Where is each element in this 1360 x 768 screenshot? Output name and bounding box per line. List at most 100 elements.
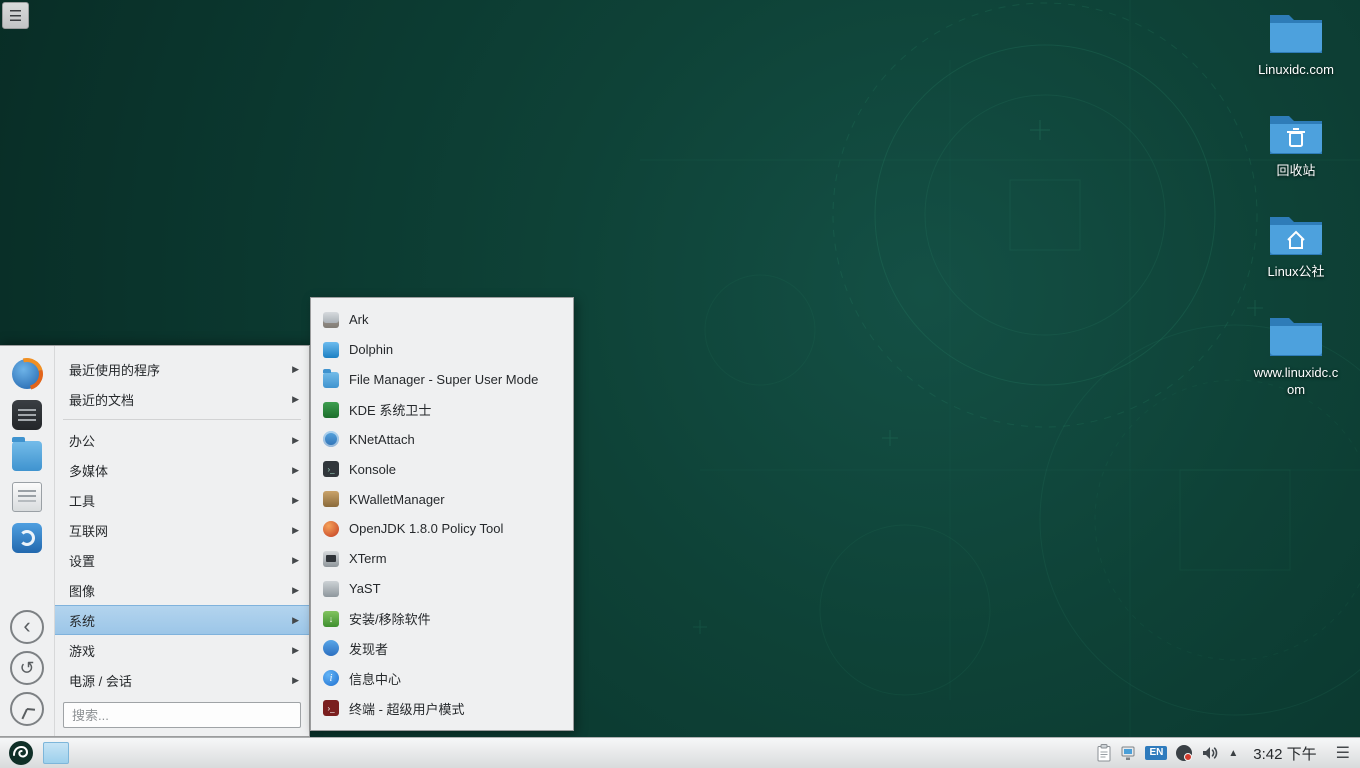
system-tray: EN 3:42 下午 [1097,743,1354,764]
submenu-arrow-icon [292,525,299,536]
menu-item-yast[interactable]: YaST [311,574,573,604]
dolphin-icon [323,342,339,358]
menu-item-discover[interactable]: 发现者 [311,633,573,663]
leave-button[interactable] [10,692,44,726]
category-settings[interactable]: 设置 [55,545,309,575]
category-list-spacer [55,695,309,696]
launcher-button[interactable] [7,739,35,767]
menu-item-dolphin[interactable]: Dolphin [311,335,573,365]
menu-item-xterm[interactable]: XTerm [311,544,573,574]
menu-item-label: KNetAttach [349,432,415,447]
favorite-software-update[interactable] [11,522,43,554]
category-multimedia[interactable]: 多媒体 [55,455,309,485]
favorite-text-editor[interactable] [11,481,43,513]
category-office[interactable]: 办公 [55,425,309,455]
category-graphics[interactable]: 图像 [55,575,309,605]
category-power-session[interactable]: 电源 / 会话 [55,665,309,695]
desktop-toolbox-button[interactable] [2,2,29,29]
media-app-icon [12,400,42,430]
desktop-icon-home[interactable]: Linux公社 [1250,212,1342,281]
launcher-sidebar [0,346,55,736]
back-button[interactable] [10,610,44,644]
menu-item-kwalletmanager[interactable]: KWalletManager [311,484,573,514]
device-notifier-icon[interactable] [1120,745,1136,762]
clock-icon [27,708,35,711]
category-label: 多媒体 [69,461,108,480]
desktop-icon-label: Linux公社 [1267,264,1324,281]
trash-icon [1268,111,1324,157]
display-settings-icon[interactable] [1176,745,1192,761]
menu-item-label: 终端 - 超级用户模式 [349,699,465,718]
desktop-icon-trash[interactable]: 回收站 [1250,111,1342,180]
category-label: 办公 [69,431,95,450]
volume-icon[interactable] [1201,745,1219,761]
submenu-arrow-icon [292,465,299,476]
category-label: 工具 [69,491,95,510]
root-terminal-icon [323,700,339,716]
taskbar-task-item[interactable] [43,742,69,764]
clipboard-icon[interactable] [1097,744,1111,762]
desktop[interactable]: Linuxidc.com 回收站 [0,0,1360,768]
category-recent-docs[interactable]: 最近的文档 [55,384,309,414]
desktop-icon-label: Linuxidc.com [1258,62,1334,79]
folder-icon [323,372,339,388]
category-internet[interactable]: 互联网 [55,515,309,545]
menu-separator [63,419,301,420]
menu-item-ark[interactable]: Ark [311,305,573,335]
terminal-icon [323,461,339,477]
menu-item-info-center[interactable]: 信息中心 [311,663,573,693]
category-games[interactable]: 游戏 [55,635,309,665]
desktop-icon-linuxidc[interactable]: Linuxidc.com [1250,10,1342,79]
launcher-category-list: 最近使用的程序 最近的文档 办公 多媒体 工具 互联网 设置 图像 系统 游戏 … [55,346,309,736]
submenu-arrow-icon [292,585,299,596]
submenu-arrow-icon [292,394,299,405]
menu-item-label: 安装/移除软件 [349,609,431,628]
menu-item-label: Konsole [349,462,396,477]
clock-icon [21,709,27,720]
menu-item-kde-guard[interactable]: KDE 系统卫士 [311,395,573,425]
shield-icon [323,402,339,418]
favorite-firefox[interactable] [11,358,43,390]
menu-item-openjdk-policy[interactable]: OpenJDK 1.8.0 Policy Tool [311,514,573,544]
restart-button[interactable] [10,651,44,685]
category-recent-apps[interactable]: 最近使用的程序 [55,354,309,384]
menu-item-install-remove-software[interactable]: 安装/移除软件 [311,604,573,634]
submenu-arrow-icon [292,555,299,566]
application-launcher-menu: 最近使用的程序 最近的文档 办公 多媒体 工具 互联网 设置 图像 系统 游戏 … [0,345,310,737]
firefox-icon [12,359,42,389]
menu-item-label: 发现者 [349,639,388,658]
tray-expand-icon[interactable] [1228,748,1238,759]
desktop-icon-label: 回收站 [1276,163,1315,180]
category-label: 最近使用的程序 [69,360,160,379]
favorite-media-app[interactable] [11,399,43,431]
network-icon [323,431,339,447]
ark-icon [323,312,339,328]
menu-item-terminal-su[interactable]: 终端 - 超级用户模式 [311,693,573,723]
search-input[interactable] [63,702,301,728]
submenu-arrow-icon [292,615,299,626]
submenu-arrow-icon [292,645,299,656]
menu-item-knetattach[interactable]: KNetAttach [311,424,573,454]
panel-menu-icon[interactable] [1332,743,1354,763]
menu-item-konsole[interactable]: Konsole [311,454,573,484]
menu-item-filemanager-su[interactable]: File Manager - Super User Mode [311,365,573,395]
menu-item-label: KDE 系统卫士 [349,400,431,419]
home-folder-icon [1268,212,1324,258]
menu-item-label: Dolphin [349,342,393,357]
taskbar-panel: EN 3:42 下午 [0,737,1360,768]
favorite-file-manager[interactable] [11,440,43,472]
package-icon [323,611,339,627]
submenu-arrow-icon [292,435,299,446]
category-system[interactable]: 系统 [55,605,309,635]
category-utilities[interactable]: 工具 [55,485,309,515]
keyboard-layout-indicator[interactable]: EN [1145,746,1167,760]
discover-icon [323,640,339,656]
desktop-icon-wwwlinuxidc[interactable]: www.linuxidc.com [1250,313,1342,399]
category-label: 设置 [69,551,95,570]
wallet-icon [323,491,339,507]
monitor-icon [323,551,339,567]
folder-icon [1268,10,1324,56]
folder-icon [1268,313,1324,359]
clock[interactable]: 3:42 下午 [1247,743,1322,764]
java-icon [323,521,339,537]
